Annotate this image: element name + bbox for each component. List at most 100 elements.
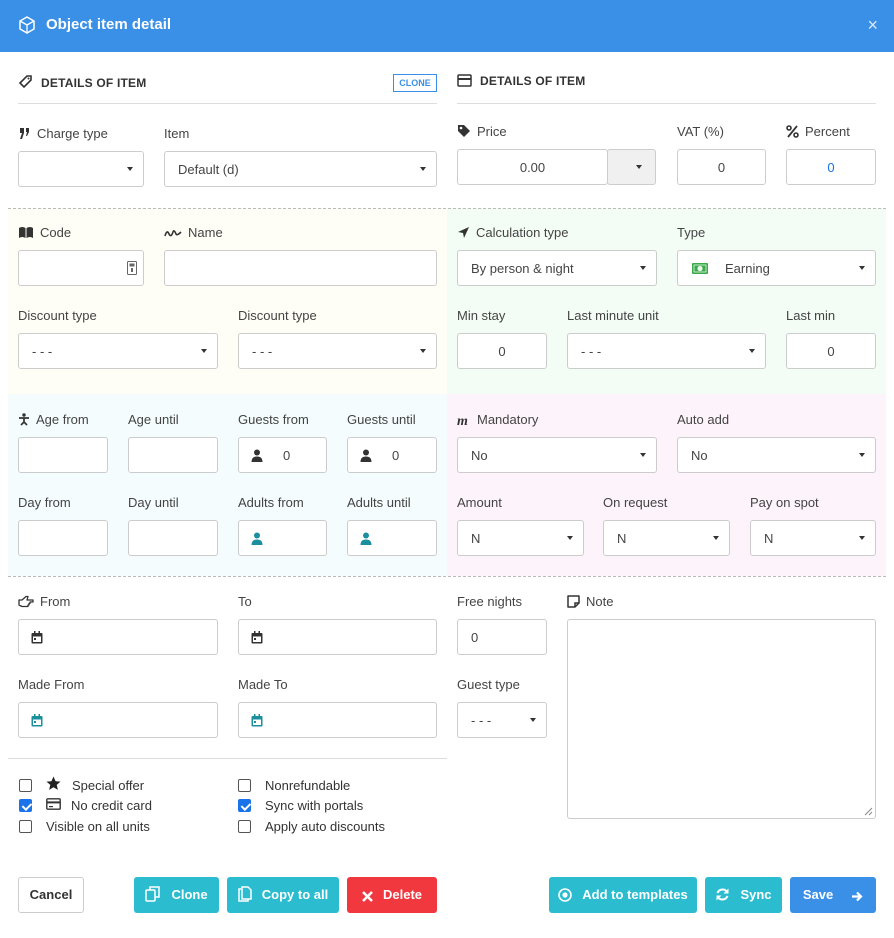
guest-type-select[interactable]: - - - — [457, 702, 547, 738]
calendar-icon[interactable] — [251, 714, 263, 727]
made-to-label: Made To — [238, 677, 288, 692]
sync-portals-checkbox[interactable] — [238, 799, 251, 812]
chevron-down-icon — [127, 167, 133, 171]
calendar-icon[interactable] — [31, 714, 43, 727]
chevron-down-icon — [640, 266, 646, 270]
note-textarea[interactable] — [567, 619, 876, 819]
left-section-header: DETAILS OF ITEM — [18, 74, 146, 90]
made-to-date-input[interactable] — [238, 702, 437, 738]
divider — [8, 576, 886, 577]
percent-icon — [786, 125, 799, 138]
clone-button[interactable]: Clone — [134, 877, 219, 913]
on-request-select[interactable]: N — [603, 520, 730, 556]
adults-until-input[interactable] — [347, 520, 437, 556]
discount-type-1-select[interactable]: - - - — [18, 333, 218, 369]
auto-add-label: Auto add — [677, 412, 730, 427]
age-from-input[interactable] — [18, 437, 108, 473]
chevron-down-icon — [859, 536, 865, 540]
vat-label: VAT (%) — [677, 124, 724, 139]
visible-all-units-label: Visible on all units — [46, 819, 150, 834]
price-label: Price — [457, 124, 507, 139]
price-input[interactable]: 0.00 — [457, 149, 608, 185]
chevron-down-icon — [636, 165, 642, 169]
min-stay-label: Min stay — [457, 308, 506, 323]
guests-until-label: Guests until — [347, 412, 416, 427]
charge-type-label: Charge type — [18, 126, 108, 141]
note-label: Note — [567, 594, 613, 609]
calendar-icon[interactable] — [31, 631, 43, 644]
guests-from-input[interactable]: 0 — [238, 437, 327, 473]
vat-input[interactable]: 0 — [677, 149, 766, 185]
made-from-label: Made From — [18, 677, 85, 692]
guests-until-input[interactable]: 0 — [347, 437, 437, 473]
delete-button[interactable]: Delete — [347, 877, 437, 913]
on-request-label: On request — [603, 495, 668, 510]
charge-type-select[interactable] — [18, 151, 144, 187]
adults-from-label: Adults from — [238, 495, 304, 510]
cancel-button[interactable]: Cancel — [18, 877, 84, 913]
pay-on-spot-label: Pay on spot — [750, 495, 819, 510]
made-from-date-input[interactable] — [18, 702, 218, 738]
name-input[interactable] — [164, 250, 437, 286]
free-nights-input[interactable]: 0 — [457, 619, 547, 655]
clone-tag[interactable]: CLONE — [393, 74, 437, 92]
add-to-templates-button[interactable]: Add to templates — [549, 877, 697, 913]
to-date-input[interactable] — [238, 619, 437, 655]
code-input[interactable] — [18, 250, 144, 286]
type-label: Type — [677, 225, 706, 240]
last-minute-unit-select[interactable]: - - - — [567, 333, 766, 369]
amount-select[interactable]: N — [457, 520, 584, 556]
pay-on-spot-select[interactable]: N — [750, 520, 876, 556]
clone-icon — [145, 886, 161, 902]
type-select[interactable]: Earning — [677, 250, 876, 286]
day-until-input[interactable] — [128, 520, 218, 556]
chevron-down-icon — [420, 167, 426, 171]
adults-from-input[interactable] — [238, 520, 327, 556]
min-stay-input[interactable]: 0 — [457, 333, 547, 369]
calendar-icon[interactable] — [251, 631, 263, 644]
record-icon — [558, 888, 573, 902]
close-icon[interactable]: × — [867, 15, 878, 36]
from-date-input[interactable] — [18, 619, 218, 655]
item-label: Item — [164, 126, 190, 141]
no-credit-card-checkbox[interactable] — [19, 799, 32, 812]
copy-to-all-button[interactable]: Copy to all — [227, 877, 339, 913]
right-header-rule — [457, 103, 876, 104]
nonrefundable-checkbox[interactable] — [238, 779, 251, 792]
calculation-type-label: Calculation type — [457, 225, 569, 240]
tag-icon — [458, 125, 470, 137]
age-from-label: Age from — [18, 412, 89, 427]
mandatory-m-icon: m — [457, 414, 468, 429]
book-icon — [19, 227, 33, 238]
last-min-input[interactable]: 0 — [786, 333, 876, 369]
discount-type-2-select[interactable]: - - - — [238, 333, 437, 369]
visible-all-units-checkbox[interactable] — [19, 820, 32, 833]
sync-icon — [716, 888, 729, 901]
calculator-icon[interactable] — [127, 261, 137, 275]
checkbox-divider — [8, 758, 447, 759]
mandatory-select[interactable]: No — [457, 437, 657, 473]
money-icon — [692, 263, 708, 274]
percent-input[interactable]: 0 — [786, 149, 876, 185]
user-icon — [360, 532, 372, 545]
adults-until-label: Adults until — [347, 495, 411, 510]
apply-auto-discounts-label: Apply auto discounts — [265, 819, 385, 834]
day-from-label: Day from — [18, 495, 71, 510]
age-until-input[interactable] — [128, 437, 218, 473]
user-icon — [360, 449, 372, 462]
sync-button[interactable]: Sync — [705, 877, 782, 913]
save-button[interactable]: Save — [790, 877, 876, 913]
resize-handle-icon[interactable] — [864, 807, 873, 816]
price-currency-dropdown[interactable] — [607, 149, 656, 185]
special-offer-checkbox[interactable] — [19, 779, 32, 792]
mandatory-label: m Mandatory — [457, 412, 539, 429]
calculation-type-select[interactable]: By person & night — [457, 250, 657, 286]
sticky-note-icon — [567, 595, 580, 608]
name-label: Name — [164, 225, 223, 240]
apply-auto-discounts-checkbox[interactable] — [238, 820, 251, 833]
item-select[interactable]: Default (d) — [164, 151, 437, 187]
day-from-input[interactable] — [18, 520, 108, 556]
guest-type-label: Guest type — [457, 677, 520, 692]
auto-add-select[interactable]: No — [677, 437, 876, 473]
last-min-label: Last min — [786, 308, 836, 323]
